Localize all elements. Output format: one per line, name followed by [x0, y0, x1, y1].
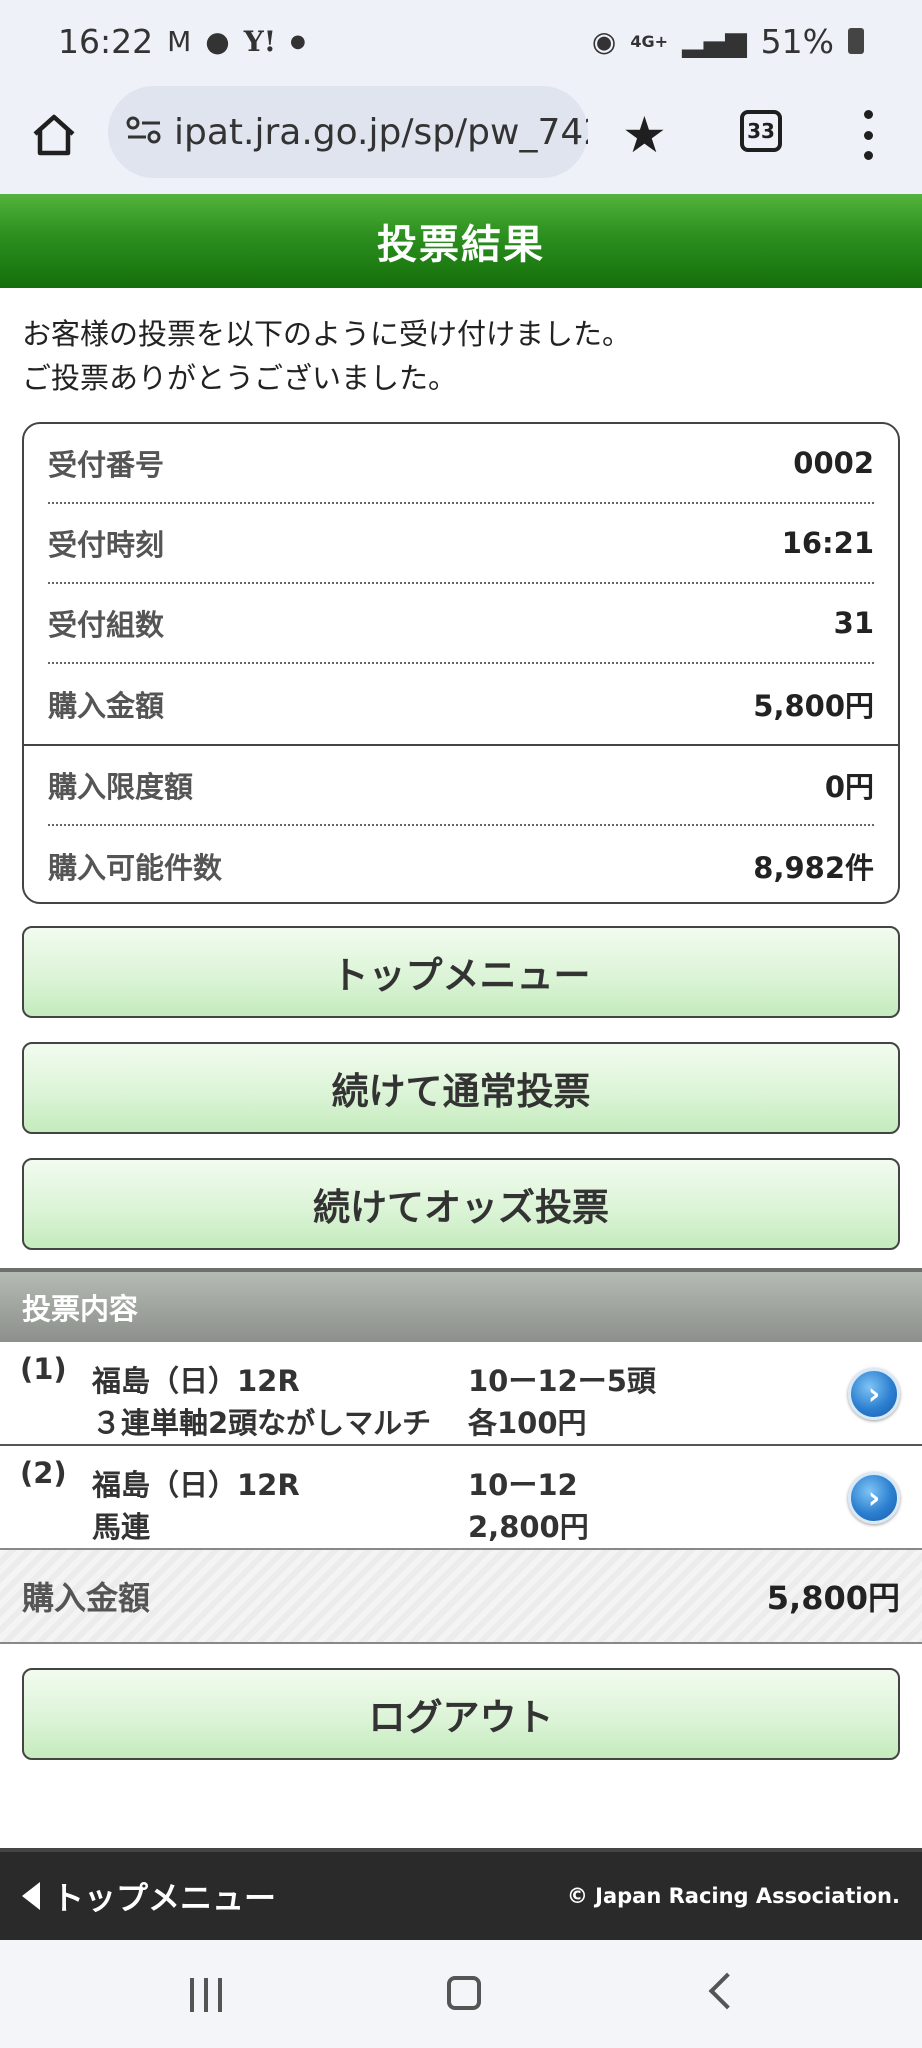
- status-time: 16:22: [58, 21, 154, 61]
- summary-value: 16:21: [781, 526, 874, 560]
- battery-percent: 51%: [760, 21, 834, 61]
- vote-item-combination: 10ー12: [468, 1468, 578, 1502]
- battery-icon: [848, 28, 864, 54]
- summary-label: 購入可能件数: [48, 851, 223, 885]
- summary-value: 0円: [824, 770, 874, 804]
- summary-row-combination-count: 受付組数 31: [48, 584, 874, 664]
- summary-value: 5,800円: [753, 689, 874, 723]
- summary-value: 0002: [793, 446, 874, 480]
- chevron-right-icon[interactable]: ›: [848, 1368, 900, 1420]
- chat-icon: ●: [205, 24, 230, 58]
- back-triangle-icon: [22, 1882, 40, 1910]
- vote-item[interactable]: (1) 福島（日）12R ３連単軸2頭ながしマルチ 10ー12ー5頭 各100円…: [0, 1342, 922, 1446]
- network-type: 4G+: [630, 31, 669, 51]
- vote-item-race: 福島（日）12R: [92, 1364, 300, 1398]
- vote-item-race: 福島（日）12R: [92, 1468, 300, 1502]
- dot-icon: ●: [290, 30, 306, 52]
- bookmark-star-icon[interactable]: ★: [622, 106, 667, 164]
- footer: トップメニュー © Japan Racing Association.: [0, 1848, 922, 1940]
- vote-content-header: 投票内容: [0, 1268, 922, 1342]
- vote-item-amount: 2,800円: [468, 1510, 589, 1544]
- status-bar: 16:22 M ● Y! ● ◉ 4G+ ▂▄▆ 51%: [0, 0, 922, 82]
- summary-row-available-count: 購入可能件数 8,982件: [48, 826, 874, 902]
- summary-row-purchase-limit: 購入限度額 0円: [48, 746, 874, 826]
- gmail-icon: M: [167, 24, 192, 58]
- logout-button[interactable]: ログアウト: [22, 1668, 900, 1760]
- footer-top-menu-link[interactable]: トップメニュー: [22, 1873, 276, 1919]
- home-icon[interactable]: [28, 104, 80, 166]
- summary-label: 購入金額: [48, 689, 165, 723]
- vote-item-combination: 10ー12ー5頭: [468, 1364, 656, 1398]
- copyright: © Japan Racing Association.: [566, 1884, 900, 1908]
- intro-message: お客様の投票を以下のように受け付けました。 ご投票ありがとうございました。: [22, 312, 631, 400]
- summary-row-receipt-time: 受付時刻 16:21: [48, 504, 874, 584]
- hotspot-icon: ◉: [591, 24, 617, 58]
- summary-label: 受付番号: [48, 448, 165, 482]
- yahoo-icon: Y!: [243, 24, 276, 58]
- summary-value: 31: [833, 606, 874, 640]
- intro-line-2: ご投票ありがとうございました。: [22, 361, 458, 395]
- page-title: 投票結果: [377, 222, 545, 268]
- browser-toolbar: ipat.jra.go.jp/sp/pw_742 ★ 33: [0, 82, 922, 194]
- vote-item[interactable]: (2) 福島（日）12R 馬連 10ー12 2,800円 ›: [0, 1446, 922, 1550]
- footer-link-label: トップメニュー: [52, 1879, 277, 1917]
- system-nav-bar: [0, 1940, 922, 2048]
- more-menu-icon[interactable]: [858, 110, 878, 160]
- vote-item-number: (2): [20, 1456, 67, 1490]
- summary-label: 購入限度額: [48, 770, 194, 804]
- url-text: ipat.jra.go.jp/sp/pw_742: [174, 111, 588, 153]
- continue-normal-vote-button[interactable]: 続けて通常投票: [22, 1042, 900, 1134]
- summary-row-purchase-amount: 購入金額 5,800円: [48, 664, 874, 744]
- back-nav-icon[interactable]: [708, 1972, 746, 2010]
- signal-icon: ▂▄▆: [682, 24, 747, 58]
- total-value: 5,800円: [766, 1579, 900, 1617]
- total-label: 購入金額: [22, 1579, 151, 1617]
- vote-item-number: (1): [20, 1352, 67, 1386]
- continue-odds-vote-button[interactable]: 続けてオッズ投票: [22, 1158, 900, 1250]
- vote-item-type: 馬連: [92, 1510, 151, 1544]
- chevron-right-icon[interactable]: ›: [848, 1472, 900, 1524]
- vote-item-amount: 各100円: [468, 1406, 587, 1440]
- receipt-summary: 受付番号 0002 受付時刻 16:21 受付組数 31 購入金額 5,800円…: [22, 422, 900, 904]
- home-nav-icon[interactable]: [447, 1976, 481, 2010]
- summary-label: 受付組数: [48, 608, 165, 642]
- address-bar[interactable]: ipat.jra.go.jp/sp/pw_742: [108, 86, 588, 178]
- summary-label: 受付時刻: [48, 528, 165, 562]
- summary-value: 8,982件: [753, 851, 874, 885]
- recent-apps-icon[interactable]: [190, 1978, 222, 2012]
- summary-row-receipt-number: 受付番号 0002: [48, 424, 874, 504]
- page-header: 投票結果: [0, 194, 922, 288]
- intro-line-1: お客様の投票を以下のように受け付けました。: [22, 317, 632, 351]
- top-menu-button[interactable]: トップメニュー: [22, 926, 900, 1018]
- vote-item-type: ３連単軸2頭ながしマルチ: [92, 1406, 432, 1440]
- site-settings-icon[interactable]: [126, 114, 162, 150]
- total-amount-row: 購入金額 5,800円: [0, 1548, 922, 1644]
- tab-switcher-button[interactable]: 33: [740, 110, 782, 152]
